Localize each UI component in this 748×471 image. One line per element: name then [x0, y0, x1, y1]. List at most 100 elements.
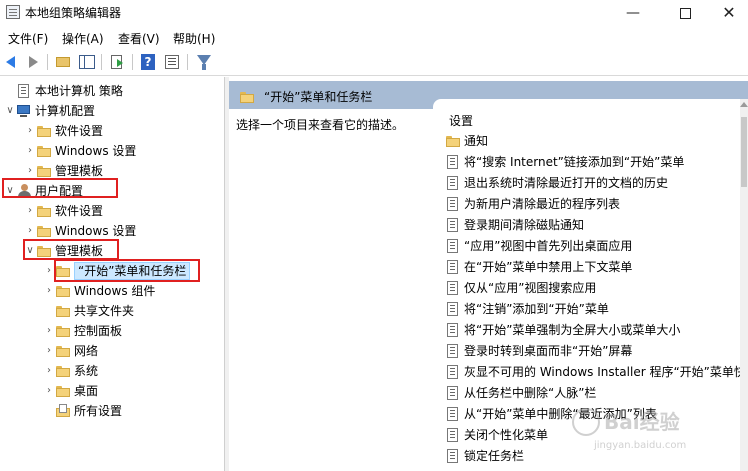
watermark-subtitle: jingyan.baidu.com [594, 440, 687, 451]
tree-item-user-software-settings[interactable]: › 软件设置 [24, 201, 103, 221]
list-item-notifications[interactable]: 通知 [445, 131, 488, 151]
expand-chevron-icon[interactable]: › [43, 281, 55, 301]
tree-item-label: 网络 [74, 344, 99, 358]
tree-item-network[interactable]: › 网络 [43, 341, 98, 361]
folder-icon [55, 281, 71, 301]
list-item-label: 将“开始”菜单强制为全屏大小或菜单大小 [464, 323, 681, 337]
folder-icon [55, 301, 71, 321]
vertical-scrollbar[interactable] [740, 99, 748, 471]
policy-setting-icon [445, 152, 461, 172]
list-item[interactable]: 将“搜索 Internet”链接添加到“开始”菜单 [445, 152, 684, 172]
up-folder-icon [56, 57, 70, 67]
details-header-title: “开始”菜单和任务栏 [264, 90, 373, 104]
list-item[interactable]: 锁定任务栏 [445, 446, 524, 466]
maximize-icon [679, 7, 691, 19]
list-item[interactable]: 为新用户清除最近的程序列表 [445, 194, 620, 214]
tree-item-label: 共享文件夹 [74, 304, 135, 318]
policy-icon [16, 81, 32, 101]
folder-icon [55, 381, 71, 401]
forward-button[interactable] [24, 53, 42, 71]
list-item[interactable]: 退出系统时清除最近打开的文档的历史 [445, 173, 668, 193]
tree-item-computer-windows-settings[interactable]: › Windows 设置 [24, 141, 136, 161]
list-item[interactable]: 从任务栏中删除“人脉”栏 [445, 383, 596, 403]
policy-setting-icon [445, 278, 461, 298]
policy-setting-icon [445, 194, 461, 214]
paw-logo-icon [572, 408, 600, 436]
column-header-setting[interactable]: 设置 [449, 112, 473, 129]
expand-chevron-icon[interactable]: › [43, 341, 55, 361]
menu-action[interactable]: 操作(A) [62, 30, 104, 47]
tree-item-all-settings[interactable]: 所有设置 [43, 401, 122, 421]
list-item[interactable]: 将“开始”菜单强制为全屏大小或菜单大小 [445, 320, 680, 340]
expand-chevron-icon[interactable]: › [24, 121, 36, 141]
expand-chevron-icon[interactable]: › [43, 381, 55, 401]
policy-setting-icon [445, 383, 461, 403]
tree-item-shared-folders[interactable]: 共享文件夹 [43, 301, 134, 321]
watermark: Bai经验 jingyan.baidu.com [572, 404, 692, 464]
list-item[interactable]: 登录时转到桌面而非“开始”屏幕 [445, 341, 632, 361]
close-button[interactable]: ✕ [706, 0, 748, 26]
tree-item-local-policy[interactable]: 本地计算机 策略 [4, 81, 123, 101]
menu-help[interactable]: 帮助(H) [173, 30, 215, 47]
menu-view[interactable]: 查看(V) [118, 30, 160, 47]
filter-icon [197, 55, 211, 70]
tree-item-desktop[interactable]: › 桌面 [43, 381, 98, 401]
expand-chevron-icon[interactable]: › [24, 201, 36, 221]
highlight-box-admin-templates [23, 239, 119, 260]
scroll-up-icon[interactable] [740, 102, 748, 107]
tree-item-label: 所有设置 [74, 404, 123, 418]
list-item[interactable]: 在“开始”菜单中禁用上下文菜单 [445, 257, 632, 277]
list-item[interactable]: “应用”视图中首先列出桌面应用 [445, 236, 632, 256]
help-button[interactable]: ? [139, 53, 157, 71]
watermark-title: Bai经验 [604, 410, 680, 434]
help-icon: ? [141, 54, 155, 70]
maximize-button[interactable] [662, 0, 708, 26]
list-item[interactable]: 关闭个性化菜单 [445, 425, 548, 445]
title-bar: 本地组策略编辑器 — ✕ [0, 0, 748, 26]
back-button[interactable] [3, 53, 21, 71]
highlight-box-start-menu [54, 259, 200, 282]
show-hide-tree-button[interactable] [78, 53, 96, 71]
tree-item-computer-config[interactable]: ∨ 计算机配置 [4, 101, 95, 121]
list-item[interactable]: 灰显不可用的 Windows Installer 程序“开始”菜单快 [445, 362, 746, 382]
list-item[interactable]: 将“注销”添加到“开始”菜单 [445, 299, 609, 319]
tree-item-windows-components[interactable]: › Windows 组件 [43, 281, 155, 301]
expand-chevron-icon[interactable]: › [24, 221, 36, 241]
all-settings-icon [55, 401, 71, 421]
policy-setting-icon [445, 173, 461, 193]
tree-item-label: 系统 [74, 364, 99, 378]
folder-icon [36, 201, 52, 221]
list-item-label: 从任务栏中删除“人脉”栏 [464, 386, 597, 400]
tree-item-control-panel[interactable]: › 控制面板 [43, 321, 122, 341]
scroll-thumb[interactable] [741, 117, 747, 187]
policy-setting-icon [445, 446, 461, 466]
list-item[interactable]: 登录期间清除磁贴通知 [445, 215, 584, 235]
menu-file[interactable]: 文件(F) [8, 30, 48, 47]
list-item-label: 将“搜索 Internet”链接添加到“开始”菜单 [464, 155, 685, 169]
list-item-label: 灰显不可用的 Windows Installer 程序“开始”菜单快 [464, 365, 746, 379]
description-text: 选择一个项目来查看它的描述。 [236, 118, 405, 132]
list-item[interactable]: 仅从“应用”视图搜索应用 [445, 278, 596, 298]
tree-item-label: 控制面板 [74, 324, 123, 338]
expand-chevron-icon[interactable]: › [43, 361, 55, 381]
export-list-button[interactable] [108, 53, 126, 71]
collapse-chevron-icon[interactable]: ∨ [4, 101, 16, 121]
tree-item-user-windows-settings[interactable]: › Windows 设置 [24, 221, 136, 241]
expand-chevron-icon[interactable]: › [43, 321, 55, 341]
tree-item-system[interactable]: › 系统 [43, 361, 98, 381]
minimize-button[interactable]: — [610, 0, 656, 26]
back-arrow-icon [6, 56, 15, 68]
policy-setting-icon [445, 257, 461, 277]
tree-item-label: 桌面 [74, 384, 99, 398]
properties-button[interactable] [163, 53, 181, 71]
folder-icon [36, 221, 52, 241]
export-list-icon [111, 55, 123, 69]
tree-item-computer-software-settings[interactable]: › 软件设置 [24, 121, 103, 141]
toolbar-separator [101, 54, 102, 70]
tree-item-label: 计算机配置 [35, 104, 96, 118]
expand-chevron-icon[interactable]: › [24, 141, 36, 161]
filter-button[interactable] [195, 53, 213, 71]
toolbar-separator [132, 54, 133, 70]
up-one-level-button[interactable] [54, 53, 72, 71]
list-item-label: 在“开始”菜单中禁用上下文菜单 [464, 260, 633, 274]
